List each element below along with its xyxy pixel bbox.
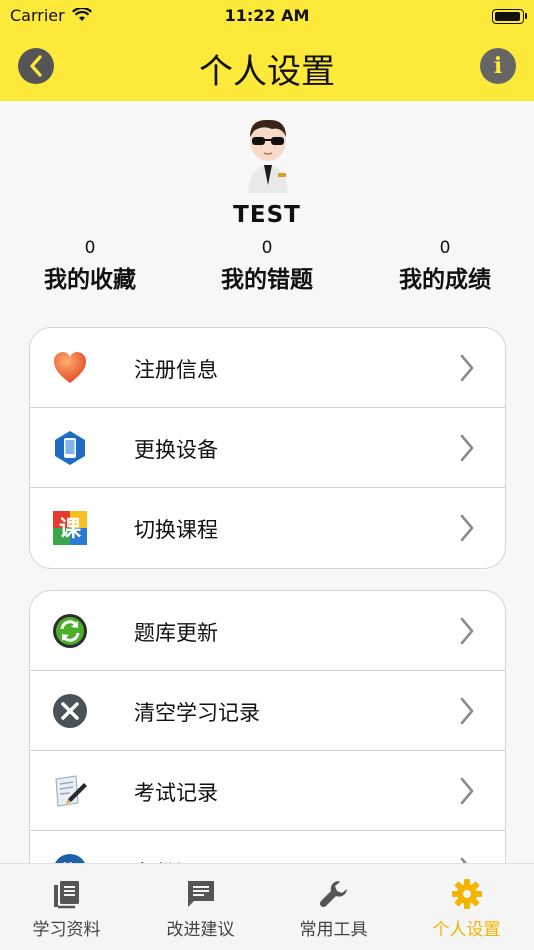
stat-count: 0 — [439, 238, 451, 258]
stat-favorites[interactable]: 0 我的收藏 — [10, 238, 170, 294]
stat-mistakes[interactable]: 0 我的错题 — [187, 238, 347, 294]
heart-icon — [54, 352, 86, 383]
chevron-right-icon — [460, 617, 474, 645]
gear-icon — [451, 879, 482, 909]
books-icon — [53, 881, 79, 909]
info-icon: i — [493, 53, 503, 79]
clear-icon — [53, 694, 87, 728]
tab-tools[interactable]: 常用工具 — [267, 864, 400, 950]
chevron-right-icon — [460, 514, 474, 542]
row-register-info[interactable]: 注册信息 — [30, 328, 505, 408]
row-clear-learning-records[interactable]: 清空学习记录 — [30, 671, 505, 751]
row-switch-course[interactable]: 课 切换课程 — [30, 488, 505, 567]
exam-record-icon — [55, 775, 87, 807]
chevron-right-icon — [460, 777, 474, 805]
course-icon: 课 — [53, 511, 87, 545]
username: TEST — [233, 202, 301, 228]
row-exam-records[interactable]: 考试记录 — [30, 751, 505, 831]
tab-label: 改进建议 — [166, 920, 235, 940]
stat-scores[interactable]: 0 我的成绩 — [365, 238, 525, 294]
row-label: 切换课程 — [134, 518, 218, 542]
message-icon — [187, 881, 214, 907]
tab-study-materials[interactable]: 学习资料 — [0, 864, 133, 950]
refresh-icon — [53, 614, 87, 648]
page-title: 个人设置 — [199, 52, 335, 92]
stat-label: 我的错题 — [221, 267, 313, 293]
phone-icon — [55, 431, 85, 465]
chevron-right-icon — [460, 354, 474, 382]
chevron-right-icon — [460, 697, 474, 725]
svg-text:课: 课 — [59, 517, 82, 542]
row-label: 更换设备 — [134, 438, 218, 462]
settings-group-account: 注册信息 更换设备 课 切换课程 — [29, 327, 506, 569]
chevron-right-icon — [460, 434, 474, 462]
tab-suggestions[interactable]: 改进建议 — [134, 864, 267, 950]
clock: 11:22 AM — [224, 6, 310, 25]
info-button[interactable]: i — [480, 48, 516, 84]
row-change-device[interactable]: 更换设备 — [30, 408, 505, 488]
stat-label: 我的成绩 — [399, 267, 491, 293]
tab-label: 学习资料 — [32, 920, 101, 940]
stat-label: 我的收藏 — [44, 267, 136, 293]
wrench-icon — [319, 881, 347, 908]
tab-personal-settings[interactable]: 个人设置 — [400, 864, 533, 950]
battery-icon — [492, 9, 527, 24]
stat-count: 0 — [261, 238, 273, 258]
row-question-bank-update[interactable]: 题库更新 — [30, 591, 505, 671]
top-bar: Carrier 11:22 AM 个人设置 i — [0, 0, 534, 101]
tab-label: 常用工具 — [299, 920, 368, 940]
tab-bar: 学习资料 改进建议 常用工具 个人设置 — [0, 863, 534, 950]
status-bar: Carrier 11:22 AM — [0, 4, 534, 26]
row-label: 题库更新 — [134, 621, 218, 645]
row-label: 注册信息 — [134, 358, 218, 382]
row-label: 清空学习记录 — [134, 701, 260, 725]
stat-count: 0 — [84, 238, 96, 258]
tab-label: 个人设置 — [432, 920, 501, 940]
avatar[interactable] — [238, 115, 298, 195]
row-label: 考试记录 — [134, 781, 218, 805]
